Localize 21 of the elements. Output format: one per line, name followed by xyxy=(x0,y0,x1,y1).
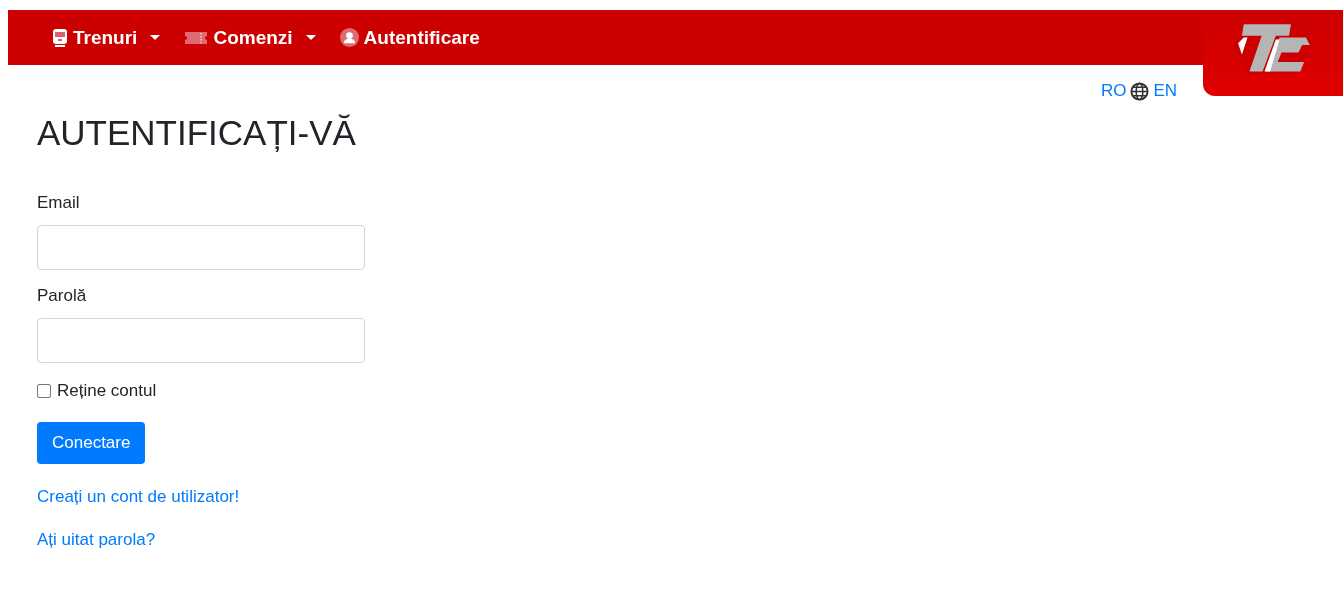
checkbox[interactable] xyxy=(37,384,51,398)
input-field[interactable] xyxy=(37,225,365,270)
text-link[interactable]: Creați un cont de utilizator! xyxy=(37,487,240,506)
field-label: Parolă xyxy=(37,286,88,306)
page-title: AUTENTIFICAȚI-VĂ xyxy=(37,113,357,153)
user-icon xyxy=(339,28,359,47)
caret-icon xyxy=(305,34,316,41)
login-button[interactable]: Conectare xyxy=(37,422,146,464)
language-link[interactable]: EN xyxy=(1153,81,1177,101)
train-icon xyxy=(52,28,68,47)
globe-icon xyxy=(1130,81,1150,101)
ticket-icon xyxy=(184,29,209,46)
input-field[interactable] xyxy=(37,318,365,363)
caret-icon xyxy=(150,34,161,41)
nav-link[interactable]: Autentificare xyxy=(339,26,480,49)
nav-dropdown[interactable]: Comenzi xyxy=(184,26,316,49)
text-link[interactable]: Ați uitat parola? xyxy=(37,530,156,549)
checkbox-label[interactable]: Reține contul xyxy=(57,381,157,401)
language-link[interactable]: RO xyxy=(1100,81,1127,101)
nav-dropdown[interactable]: Trenuri xyxy=(52,26,161,49)
field-label: Email xyxy=(37,193,81,213)
